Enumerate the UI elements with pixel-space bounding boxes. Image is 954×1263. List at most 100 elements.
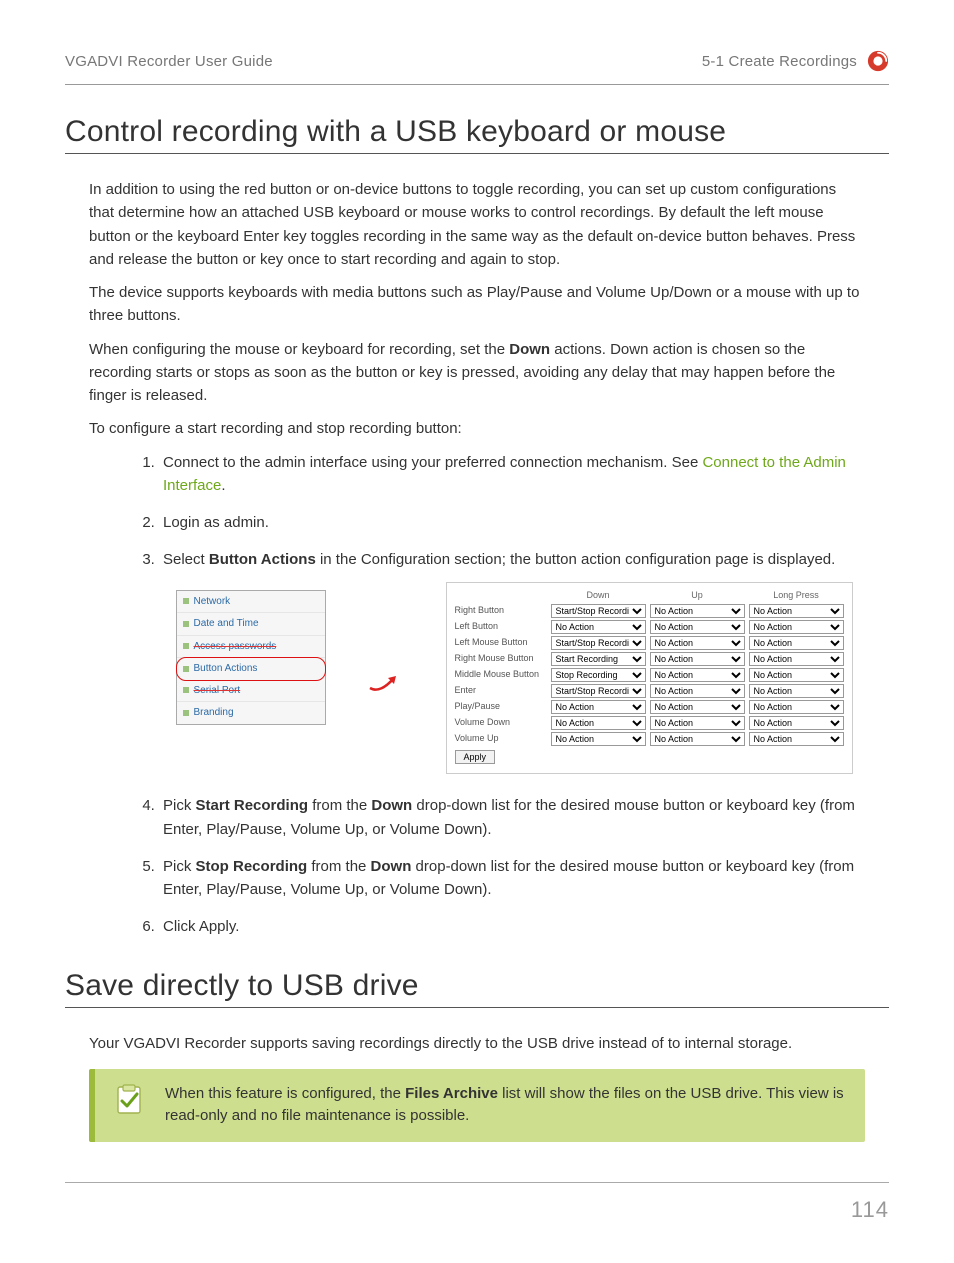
action-select-long[interactable]: No Action — [749, 620, 844, 634]
step-3: Select Button Actions in the Configurati… — [159, 548, 865, 774]
text-fragment: from the — [308, 797, 371, 814]
text-fragment: Connect to the admin interface using you… — [163, 454, 702, 471]
action-select-long[interactable]: No Action — [749, 604, 844, 618]
action-select-long[interactable]: No Action — [749, 636, 844, 650]
action-select-up[interactable]: No Action — [650, 668, 745, 682]
text-fragment: from the — [307, 858, 370, 875]
action-select-long[interactable]: No Action — [749, 652, 844, 666]
doc-header: VGADVI Recorder User Guide 5-1 Create Re… — [65, 50, 889, 85]
bold-files-archive: Files Archive — [405, 1085, 498, 1102]
action-select-long[interactable]: No Action — [749, 668, 844, 682]
sidebar-item-access-passwords[interactable]: Access passwords — [177, 636, 325, 659]
action-select-down[interactable]: Start/Stop Recording — [551, 636, 646, 650]
action-select-long[interactable]: No Action — [749, 716, 844, 730]
step-1: Connect to the admin interface using you… — [159, 451, 865, 498]
sidebar-mock: Network Date and Time Access passwords B… — [176, 590, 326, 725]
footer-divider — [65, 1182, 889, 1183]
bold-start-recording: Start Recording — [196, 797, 309, 814]
step-5: Pick Stop Recording from the Down drop-d… — [159, 855, 865, 902]
th-longpress: Long Press — [749, 589, 844, 603]
section2-p1: Your VGADVI Recorder supports saving rec… — [89, 1032, 865, 1055]
text-fragment: Pick — [163, 858, 196, 875]
sidebar-item-branding[interactable]: Branding — [177, 702, 325, 724]
action-select-up[interactable]: No Action — [650, 684, 745, 698]
note-callout: When this feature is configured, the Fil… — [89, 1069, 865, 1142]
action-select-down[interactable]: No Action — [551, 732, 646, 746]
bold-down: Down — [371, 858, 412, 875]
action-select-up[interactable]: No Action — [650, 604, 745, 618]
bold-button-actions: Button Actions — [209, 551, 316, 568]
bullet-icon — [183, 687, 189, 693]
sidebar-item-label: Branding — [194, 705, 234, 721]
text-fragment: When configuring the mouse or keyboard f… — [89, 341, 509, 358]
action-select-up[interactable]: No Action — [650, 700, 745, 714]
row-label: Right Mouse Button — [455, 652, 547, 666]
action-select-down[interactable]: No Action — [551, 716, 646, 730]
section2-title: Save directly to USB drive — [65, 969, 889, 1008]
row-label: Volume Up — [455, 732, 547, 746]
row-label: Left Mouse Button — [455, 636, 547, 650]
action-select-down[interactable]: No Action — [551, 620, 646, 634]
action-select-up[interactable]: No Action — [650, 716, 745, 730]
bullet-icon — [183, 710, 189, 716]
sidebar-item-label: Date and Time — [194, 616, 259, 632]
th-up: Up — [650, 589, 745, 603]
text-fragment: When this feature is configured, the — [165, 1085, 405, 1102]
section1-p1: In addition to using the red button or o… — [89, 178, 865, 271]
sidebar-item-datetime[interactable]: Date and Time — [177, 613, 325, 636]
text-fragment: Pick — [163, 797, 196, 814]
sidebar-item-button-actions[interactable]: Button Actions — [176, 657, 326, 681]
note-icon — [113, 1083, 147, 1117]
row-label: Right Button — [455, 604, 547, 618]
section2-body: Your VGADVI Recorder supports saving rec… — [65, 1014, 889, 1142]
action-select-long[interactable]: No Action — [749, 700, 844, 714]
ui-screenshot-mock: Network Date and Time Access passwords B… — [163, 582, 865, 775]
section1-p3: When configuring the mouse or keyboard f… — [89, 338, 865, 408]
bold-down: Down — [509, 341, 550, 358]
action-select-long[interactable]: No Action — [749, 684, 844, 698]
sidebar-item-label: Serial Port — [194, 683, 241, 699]
step-6: Click Apply. — [159, 915, 865, 938]
action-select-up[interactable]: No Action — [650, 652, 745, 666]
row-label: Middle Mouse Button — [455, 668, 547, 682]
sidebar-item-serial-port[interactable]: Serial Port — [177, 680, 325, 703]
arrow-icon — [366, 658, 406, 698]
bold-stop-recording: Stop Recording — [196, 858, 308, 875]
action-select-down[interactable]: Start/Stop Recording — [551, 684, 646, 698]
row-label: Play/Pause — [455, 700, 547, 714]
sidebar-item-network[interactable]: Network — [177, 591, 325, 614]
bold-down: Down — [371, 797, 412, 814]
apply-button[interactable]: Apply — [455, 750, 496, 764]
steps-list: Connect to the admin interface using you… — [159, 451, 865, 939]
action-select-up[interactable]: No Action — [650, 620, 745, 634]
action-select-down[interactable]: Start Recording — [551, 652, 646, 666]
text-fragment: Select — [163, 551, 209, 568]
action-select-down[interactable]: Stop Recording — [551, 668, 646, 682]
action-select-up[interactable]: No Action — [650, 636, 745, 650]
note-text: When this feature is configured, the Fil… — [165, 1083, 847, 1128]
action-select-up[interactable]: No Action — [650, 732, 745, 746]
action-select-long[interactable]: No Action — [749, 732, 844, 746]
action-select-down[interactable]: No Action — [551, 700, 646, 714]
section1-body: In addition to using the red button or o… — [65, 160, 889, 939]
section1-title: Control recording with a USB keyboard or… — [65, 115, 889, 154]
action-select-down[interactable]: Start/Stop Recording — [551, 604, 646, 618]
row-label: Enter — [455, 684, 547, 698]
bullet-icon — [183, 643, 189, 649]
bullet-icon — [183, 666, 189, 672]
th-down: Down — [551, 589, 646, 603]
text-fragment: in the Configuration section; the button… — [316, 551, 836, 568]
row-label: Left Button — [455, 620, 547, 634]
button-actions-table: Down Up Long Press Right Button Start/Sto… — [446, 582, 853, 775]
bullet-icon — [183, 598, 189, 604]
row-label: Volume Down — [455, 716, 547, 730]
sidebar-item-label: Button Actions — [194, 661, 258, 677]
bullet-icon — [183, 621, 189, 627]
sidebar-item-label: Network — [194, 594, 231, 610]
brand-icon — [867, 50, 889, 72]
section1-p4: To configure a start recording and stop … — [89, 417, 865, 440]
step-4: Pick Start Recording from the Down drop-… — [159, 794, 865, 841]
header-right: 5-1 Create Recordings — [702, 53, 857, 70]
page-number: 114 — [65, 1197, 889, 1223]
header-left: VGADVI Recorder User Guide — [65, 53, 273, 70]
